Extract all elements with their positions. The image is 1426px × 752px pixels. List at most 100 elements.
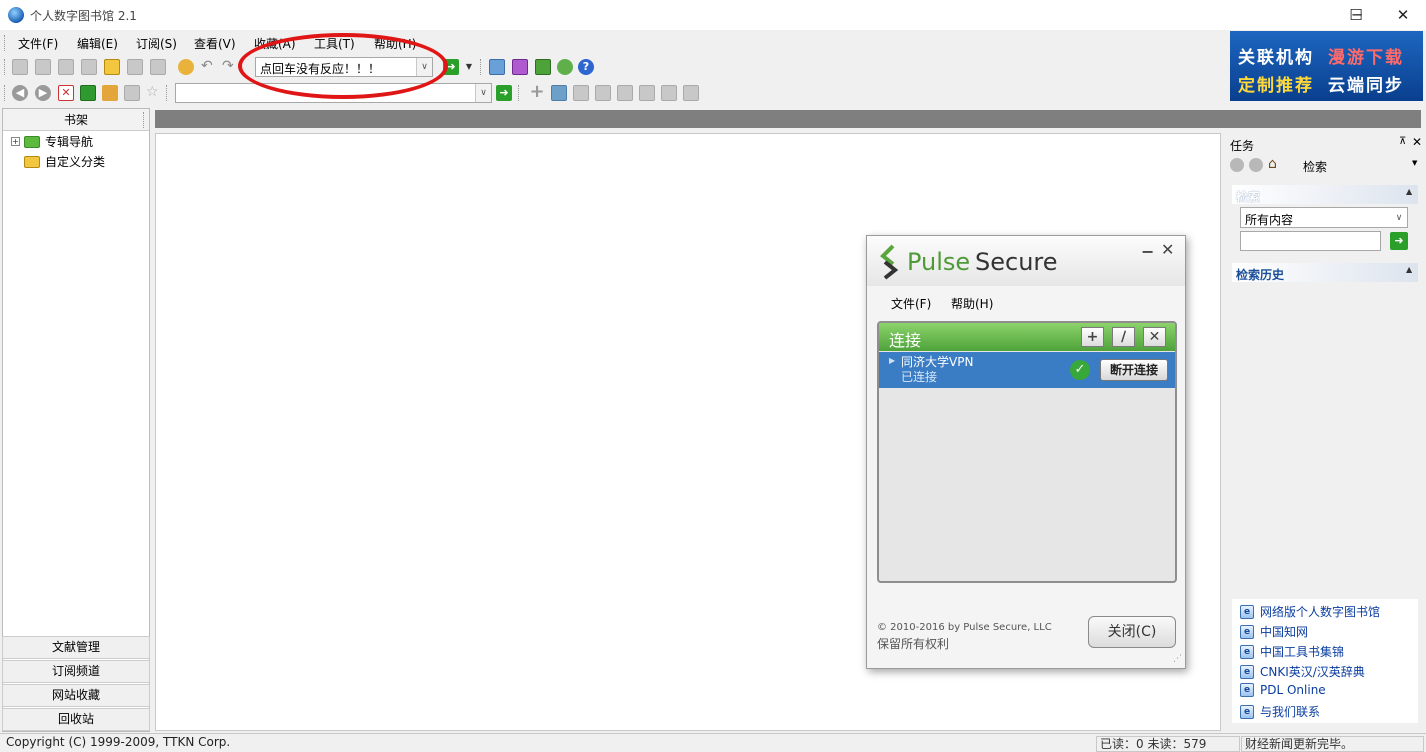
tree-item-custom-category[interactable]: 自定义分类 bbox=[24, 153, 105, 170]
connection-row[interactable]: ▶ 同济大学VPN 已连接 ✓ 断开连接 bbox=[879, 352, 1175, 388]
tab-site-favorites[interactable]: 网站收藏 bbox=[2, 684, 150, 707]
link-label: PDL Online bbox=[1260, 683, 1326, 697]
help-icon[interactable]: ? bbox=[578, 59, 594, 75]
ie-icon: e bbox=[1240, 644, 1254, 659]
scope-chevron-icon[interactable]: ∨ bbox=[1391, 208, 1407, 227]
task-nav-dropdown-icon[interactable]: ▼ bbox=[1412, 159, 1417, 167]
menu-edit[interactable]: 编辑(E) bbox=[77, 35, 118, 52]
dropdown-arrow-icon[interactable]: ▼ bbox=[461, 59, 477, 75]
move-up-icon[interactable] bbox=[595, 85, 611, 101]
printer-icon[interactable] bbox=[661, 85, 677, 101]
delete-connection-button[interactable]: ✕ bbox=[1143, 327, 1166, 347]
refresh-icon[interactable] bbox=[80, 85, 96, 101]
brand-pulse: Pulse bbox=[907, 248, 971, 276]
address-chevron-icon[interactable]: ∨ bbox=[475, 84, 491, 102]
find-icon[interactable] bbox=[178, 59, 194, 75]
expand-triangle-icon[interactable]: ▶ bbox=[889, 356, 895, 365]
expand-icon[interactable]: + bbox=[11, 137, 20, 146]
redo-icon[interactable]: ↷ bbox=[222, 59, 238, 75]
menu-file[interactable]: 文件(F) bbox=[18, 35, 58, 52]
task-home-icon[interactable]: ⌂ bbox=[1268, 157, 1284, 173]
status-message: 财经新闻更新完毕。 bbox=[1241, 736, 1424, 752]
pulse-minimize-button[interactable]: − bbox=[1141, 242, 1154, 261]
green-folder-icon bbox=[24, 135, 40, 148]
close-window-button[interactable]: ✕ bbox=[1380, 0, 1426, 30]
back-icon[interactable]: ◀ bbox=[12, 85, 28, 101]
task-pane-title: 任务 bbox=[1230, 139, 1255, 153]
tab-doc-management[interactable]: 文献管理 bbox=[2, 636, 150, 659]
search-scope-select[interactable]: 所有内容 ∨ bbox=[1240, 207, 1408, 228]
move-bottom-icon[interactable] bbox=[639, 85, 655, 101]
task-search-input[interactable] bbox=[1240, 231, 1381, 251]
connections-box: 连接 + ∕ ✕ ▶ 同济大学VPN 已连接 ✓ 断开连接 bbox=[877, 321, 1177, 583]
maximize-button[interactable]: ☐ bbox=[1333, 0, 1379, 30]
print-icon[interactable] bbox=[127, 59, 143, 75]
star-icon[interactable]: ☆ bbox=[146, 85, 162, 101]
promo-banner[interactable]: 关联机构 漫游下载 定制推荐 云端同步 bbox=[1230, 31, 1423, 101]
tag-icon[interactable] bbox=[512, 59, 528, 75]
pulse-menu-help[interactable]: 帮助(H) bbox=[951, 295, 993, 312]
link-cnki[interactable]: e 中国知网 bbox=[1240, 623, 1308, 640]
collapse-icon[interactable]: ▲ bbox=[1406, 265, 1412, 274]
open-folder-icon[interactable] bbox=[104, 59, 120, 75]
status-read-counts: 已读：0 未读：579 bbox=[1096, 736, 1240, 752]
mail-icon[interactable] bbox=[683, 85, 699, 101]
calendar-icon[interactable] bbox=[489, 59, 505, 75]
add-icon[interactable]: + bbox=[529, 83, 545, 101]
stop-icon[interactable]: ✕ bbox=[58, 85, 74, 101]
link-reference-books[interactable]: e 中国工具书集锦 bbox=[1240, 643, 1344, 660]
tree-item-album-nav[interactable]: + 专辑导航 bbox=[11, 133, 93, 150]
link-cnki-dictionary[interactable]: e CNKI英汉/汉英辞典 bbox=[1240, 663, 1365, 680]
menu-view[interactable]: 查看(V) bbox=[194, 35, 236, 52]
image-icon[interactable] bbox=[551, 85, 567, 101]
address-go-icon[interactable]: ➜ bbox=[496, 85, 512, 101]
toolbar-grip-5[interactable] bbox=[518, 85, 521, 101]
history-section-header[interactable]: 检索历史 ▲ bbox=[1232, 263, 1418, 282]
collapse-icon[interactable]: ▲ bbox=[1406, 187, 1412, 196]
move-top-icon[interactable] bbox=[573, 85, 589, 101]
tab-recycle-bin[interactable]: 回收站 bbox=[2, 708, 150, 731]
search-section-header[interactable]: 检索 ▲ bbox=[1232, 185, 1418, 204]
forward-icon[interactable]: ▶ bbox=[35, 85, 51, 101]
link-label: 与我们联系 bbox=[1260, 705, 1321, 719]
disconnect-button[interactable]: 断开连接 bbox=[1100, 359, 1168, 381]
yellow-folder-icon bbox=[24, 155, 40, 168]
import-icon[interactable] bbox=[58, 59, 74, 75]
panel-grip[interactable] bbox=[143, 112, 146, 128]
link-contact-us[interactable]: e 与我们联系 bbox=[1240, 703, 1320, 720]
bookshelf-title: 书架 bbox=[3, 109, 149, 131]
filter-icon[interactable] bbox=[535, 59, 551, 75]
new-doc-icon[interactable] bbox=[12, 59, 28, 75]
toolbar-grip-2[interactable] bbox=[480, 59, 483, 75]
pin-icon[interactable]: ⊼ bbox=[1399, 136, 1406, 147]
connected-check-icon: ✓ bbox=[1070, 360, 1090, 380]
add-connection-button[interactable]: + bbox=[1081, 327, 1104, 347]
task-nav-label[interactable]: 检索 bbox=[1303, 158, 1327, 175]
toolbar-grip-4[interactable] bbox=[166, 85, 169, 101]
toolbar-grip[interactable] bbox=[4, 59, 7, 75]
edit-doc-icon[interactable] bbox=[35, 59, 51, 75]
move-down-icon[interactable] bbox=[617, 85, 633, 101]
resize-grip-icon[interactable]: ⋰ bbox=[1173, 654, 1182, 664]
task-search-go-icon[interactable]: ➜ bbox=[1390, 232, 1408, 250]
word-icon[interactable] bbox=[150, 59, 166, 75]
link-label: 网络版个人数字图书馆 bbox=[1260, 605, 1381, 619]
tab-subscription-channel[interactable]: 订阅频道 bbox=[2, 660, 150, 683]
undo-icon[interactable]: ↶ bbox=[201, 59, 217, 75]
menu-grip[interactable] bbox=[4, 35, 7, 51]
task-forward-icon[interactable] bbox=[1249, 158, 1263, 172]
pulse-close-button[interactable]: ✕ bbox=[1161, 240, 1174, 259]
link-web-library[interactable]: e 网络版个人数字图书馆 bbox=[1240, 603, 1380, 620]
toolbar-grip-3[interactable] bbox=[4, 85, 7, 101]
menu-subscribe[interactable]: 订阅(S) bbox=[136, 35, 177, 52]
edit-connection-button[interactable]: ∕ bbox=[1112, 327, 1135, 347]
task-back-icon[interactable] bbox=[1230, 158, 1244, 172]
pulse-menu-file[interactable]: 文件(F) bbox=[891, 295, 931, 312]
print-preview-icon[interactable] bbox=[124, 85, 140, 101]
pulse-close-dialog-button[interactable]: 关闭(C) bbox=[1088, 616, 1176, 648]
link-pdl-online[interactable]: e PDL Online bbox=[1240, 683, 1326, 697]
home-icon[interactable] bbox=[102, 85, 118, 101]
export-icon[interactable] bbox=[81, 59, 97, 75]
task-pane-close-icon[interactable]: ✕ bbox=[1412, 135, 1422, 149]
settings-gear-icon[interactable] bbox=[557, 59, 573, 75]
